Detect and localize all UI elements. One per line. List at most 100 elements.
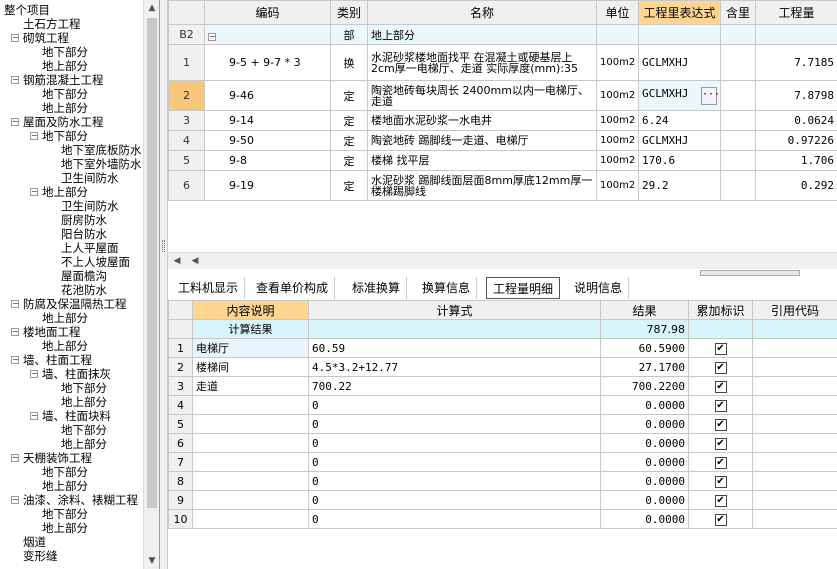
checkbox[interactable]: ✔ <box>714 495 727 507</box>
tree-node[interactable]: 地上部分 <box>61 437 107 451</box>
row-number[interactable]: 1 <box>168 338 193 358</box>
row-number[interactable]: 2 <box>168 357 193 377</box>
quota-content[interactable] <box>720 110 756 131</box>
tree-node[interactable]: 烟道 <box>23 535 46 549</box>
collapse-toggle-icon[interactable]: − <box>11 496 19 504</box>
detail-row[interactable]: 4 0 0.0000 ✔ <box>168 395 837 415</box>
tree-node[interactable]: 卫生间防水 <box>61 171 119 185</box>
quota-row[interactable]: 2 9-46 定陶瓷地砖每块周长 2400mm以内一电梯厅、走道 100m2 GCLMX… <box>168 80 837 111</box>
quota-row[interactable]: 5 9-8 定楼梯 找平层 100m2 170.6 1.706 <box>168 150 837 171</box>
row-number[interactable]: 4 <box>168 395 193 415</box>
tree-node[interactable]: 楼地面工程 <box>23 325 81 339</box>
tree-node[interactable]: 厨房防水 <box>61 213 107 227</box>
tree-node[interactable]: 钢筋混凝土工程 <box>23 73 104 87</box>
quota-type[interactable]: 换 <box>330 44 368 81</box>
row-number[interactable]: 6 <box>168 433 193 453</box>
detail-desc[interactable] <box>192 471 309 491</box>
quota-type[interactable]: 定 <box>330 150 368 171</box>
quota-expr[interactable]: GCLMXHJ ··· <box>638 80 721 111</box>
grid-hscrollbar[interactable]: ◀ ◀ <box>168 252 837 269</box>
checkbox[interactable]: ✔ <box>714 438 727 450</box>
row-number[interactable]: 3 <box>168 376 193 396</box>
quota-row[interactable]: 3 9-14 定楼地面水泥砂浆一水电井 100m2 6.24 0.0624 <box>168 110 837 131</box>
qty-header[interactable]: 工程量 <box>755 0 837 25</box>
detail-formula[interactable]: 0 <box>308 414 601 434</box>
quota-expr[interactable]: GCLMXHJ <box>638 130 721 151</box>
quota-row[interactable]: 1 9-5 + 9-7 * 3 换水泥砂浆楼地面找平 在混凝土或硬基层上 2cm厚一… <box>168 44 837 81</box>
tree-node[interactable]: 地下部分 <box>42 507 88 521</box>
detail-refcode[interactable] <box>752 509 837 529</box>
detail-desc[interactable] <box>192 490 309 510</box>
detail-desc[interactable]: 走道 <box>192 376 309 396</box>
collapse-toggle-icon[interactable]: − <box>30 412 38 420</box>
quota-row[interactable]: 4 9-50 定陶瓷地砖 踢脚线一走道、电梯厅 100m2 GCLMXHJ 0.97226 <box>168 130 837 151</box>
tree-node[interactable]: 阳台防水 <box>61 227 107 241</box>
detail-desc[interactable]: 楼梯间 <box>192 357 309 377</box>
tab-1[interactable]: 查看单价构成 <box>250 277 336 299</box>
detail-refcode[interactable] <box>752 490 837 510</box>
quota-qty[interactable]: 1.706 <box>755 150 837 171</box>
row-number[interactable]: 7 <box>168 452 193 472</box>
tree-node[interactable]: 砌筑工程 <box>23 31 69 45</box>
tree-node[interactable]: 上人平屋面 <box>61 241 119 255</box>
quota-content[interactable] <box>720 150 756 171</box>
checkbox[interactable]: ✔ <box>714 362 727 374</box>
detail-refcode[interactable] <box>752 471 837 491</box>
row-number[interactable]: 5 <box>168 414 193 434</box>
tree-node[interactable]: 卫生间防水 <box>61 199 119 213</box>
accumulate-cell[interactable]: ✔ <box>688 509 753 529</box>
quota-code[interactable]: 9-46 <box>204 80 331 111</box>
quota-type[interactable]: 定 <box>330 110 368 131</box>
detail-row[interactable]: 1 电梯厅 60.59 60.5900 ✔ <box>168 338 837 358</box>
tree-node[interactable]: 防腐及保温隔热工程 <box>23 297 127 311</box>
detail-desc[interactable] <box>192 395 309 415</box>
row-number[interactable]: 10 <box>168 509 193 529</box>
detail-formula[interactable]: 4.5*3.2+12.77 <box>308 357 601 377</box>
collapse-toggle-icon[interactable]: − <box>11 300 19 308</box>
detail-row[interactable]: 6 0 0.0000 ✔ <box>168 433 837 453</box>
checkbox[interactable]: ✔ <box>714 476 727 488</box>
quota-type[interactable]: 定 <box>330 80 368 111</box>
quota-unit[interactable]: 100m2 <box>596 110 639 131</box>
accumulate-cell[interactable]: ✔ <box>688 395 753 415</box>
quota-content[interactable] <box>720 170 756 201</box>
tree-node[interactable]: 地下室外墙防水 <box>61 157 142 171</box>
detail-refcode[interactable] <box>752 414 837 434</box>
tab-3[interactable]: 换算信息 <box>416 277 478 299</box>
tree-node[interactable]: 变形缝 <box>23 549 58 563</box>
tree-node[interactable]: 地下部分 <box>42 129 88 143</box>
tree-node[interactable]: 地下部分 <box>42 45 88 59</box>
quota-name[interactable]: 陶瓷地砖每块周长 2400mm以内一电梯厅、走道 <box>367 80 597 111</box>
tree-node[interactable]: 不上人坡屋面 <box>61 255 130 269</box>
quota-content[interactable] <box>720 44 756 81</box>
checkbox[interactable]: ✔ <box>714 400 727 412</box>
detail-formula[interactable]: 0 <box>308 395 601 415</box>
quota-unit[interactable]: 100m2 <box>596 150 639 171</box>
quota-code[interactable]: 9-19 <box>204 170 331 201</box>
detail-row[interactable]: 8 0 0.0000 ✔ <box>168 471 837 491</box>
detail-desc[interactable] <box>192 452 309 472</box>
quota-expr[interactable]: 170.6 <box>638 150 721 171</box>
detail-formula[interactable]: 60.59 <box>308 338 601 358</box>
tab-5[interactable]: 说明信息 <box>568 277 630 299</box>
tree-node[interactable]: 地上部分 <box>42 185 88 199</box>
collapse-toggle-icon[interactable]: − <box>11 328 19 336</box>
checkbox[interactable]: ✔ <box>714 514 727 526</box>
row-number[interactable]: 1 <box>168 44 205 81</box>
collapse-toggle-icon[interactable]: − <box>30 370 38 378</box>
detail-formula[interactable]: 700.22 <box>308 376 601 396</box>
row-number[interactable]: 2 <box>168 80 205 111</box>
tree-node[interactable]: 地上部分 <box>42 339 88 353</box>
detail-desc[interactable] <box>192 509 309 529</box>
quota-code[interactable]: 9-50 <box>204 130 331 151</box>
ellipsis-button[interactable]: ··· <box>701 86 720 105</box>
tree-node[interactable]: 地上部分 <box>42 521 88 535</box>
detail-formula[interactable]: 0 <box>308 433 601 453</box>
tree-node[interactable]: 地下部分 <box>61 423 107 437</box>
quota-name[interactable]: 楼地面水泥砂浆一水电井 <box>367 110 597 131</box>
checkbox[interactable]: ✔ <box>714 419 727 431</box>
quota-type[interactable]: 定 <box>330 170 368 201</box>
tree-node[interactable]: 地上部分 <box>42 101 88 115</box>
detail-formula[interactable]: 0 <box>308 471 601 491</box>
detail-refcode[interactable] <box>752 433 837 453</box>
